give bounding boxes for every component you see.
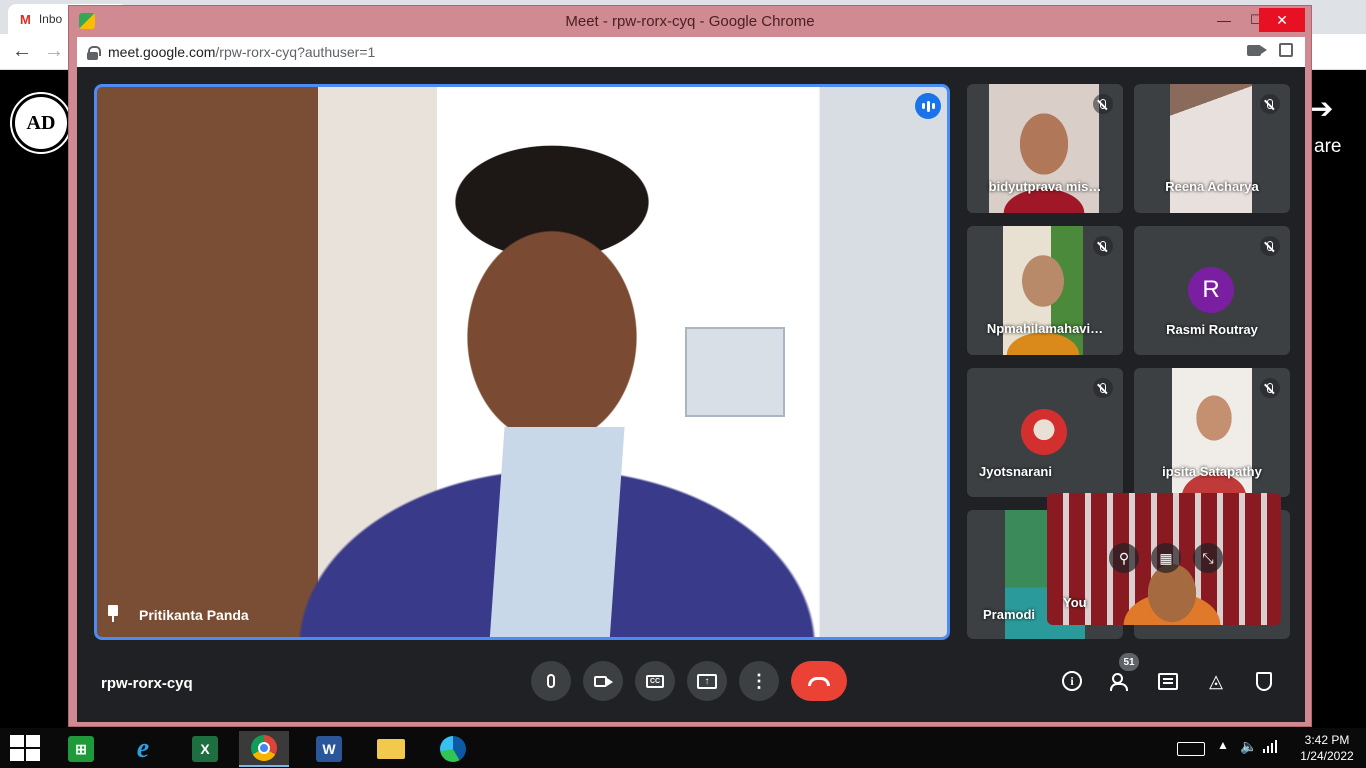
app-green-icon: ⊞ (68, 736, 94, 762)
ad-logo[interactable]: AD (10, 92, 72, 154)
chrome-icon (251, 735, 277, 761)
open-in-tab-icon[interactable] (1279, 43, 1293, 57)
pin-icon[interactable] (107, 605, 119, 623)
forward-arrow-icon[interactable]: → (44, 40, 64, 63)
people-icon (1110, 673, 1130, 691)
gmail-tab-title: Inbo (38, 12, 63, 26)
main-speaker-tile[interactable]: Pritikanta Panda (94, 84, 950, 640)
meet-stage: Pritikanta Panda bidyutprava mis… Reena … (77, 67, 1305, 722)
more-options-button[interactable]: ⋮ (739, 661, 779, 701)
participant-tile[interactable]: R Rasmi Routray (1134, 226, 1290, 355)
notice-board (685, 327, 785, 417)
taskbar-edge[interactable] (428, 731, 478, 767)
present-icon: ↑ (697, 673, 717, 689)
pin-self-icon[interactable]: ⚲ (1109, 543, 1139, 573)
share-partial-label[interactable]: are (1314, 136, 1341, 158)
excel-icon: X (192, 736, 218, 762)
system-clock[interactable]: 3:42 PM 1/24/2022 (1296, 732, 1358, 764)
participant-tile[interactable]: ipsita Satapathy (1134, 368, 1290, 497)
clock-date: 1/24/2022 (1300, 749, 1354, 763)
chat-icon (1158, 672, 1178, 690)
captions-icon: CC (646, 674, 664, 688)
participant-name: Rasmi Routray (1166, 322, 1258, 337)
self-view-controls: ⚲ ▦ ⤡ (1109, 543, 1223, 573)
gmail-icon: M (20, 11, 31, 27)
taskbar-chrome[interactable] (239, 731, 289, 767)
close-icon[interactable]: ✕ (1259, 8, 1305, 32)
participant-name: Reena Acharya (1165, 179, 1259, 194)
activities-button[interactable]: ◬ (1202, 667, 1230, 695)
participant-avatar-image (1021, 409, 1067, 455)
folder-icon (377, 739, 405, 759)
signal-icon[interactable] (1263, 739, 1279, 753)
taskbar: ⊞ e X W ▲ 🔈 3:42 PM 1/24/2022 (0, 728, 1366, 768)
taskbar-file-explorer[interactable] (366, 731, 416, 767)
participant-tile[interactable]: Reena Acharya (1134, 84, 1290, 213)
participant-tile[interactable]: Jyotsnarani (967, 368, 1123, 497)
address-bar[interactable]: meet.google.com/rpw-rorx-cyq?authuser=1 (77, 37, 1305, 67)
windows-start-icon[interactable] (10, 735, 40, 761)
participant-count-badge: 51 (1119, 653, 1139, 671)
captions-button[interactable]: CC (635, 661, 675, 701)
volume-icon[interactable]: 🔈 (1240, 738, 1257, 755)
activities-icon: ◬ (1209, 670, 1223, 691)
microphone-button[interactable] (531, 661, 571, 701)
end-call-button[interactable] (791, 661, 847, 701)
host-controls-button[interactable] (1250, 667, 1278, 695)
end-call-icon (808, 676, 830, 686)
meeting-code: rpw-rorx-cyq (101, 675, 193, 692)
present-button[interactable]: ↑ (687, 661, 727, 701)
internet-explorer-icon: e (136, 733, 150, 764)
taskbar-word[interactable]: W (304, 731, 354, 767)
participant-avatar: R (1188, 267, 1234, 313)
mic-off-icon (1093, 236, 1113, 256)
participant-tile[interactable]: Npmahilamahavi… (967, 226, 1123, 355)
participant-name: bidyutprava mis… (988, 179, 1102, 194)
participant-name: Npmahilamahavi… (986, 321, 1104, 336)
edge-icon (440, 736, 466, 762)
mic-off-icon (1093, 94, 1113, 114)
participant-name: Jyotsnarani (979, 464, 1052, 479)
mic-off-icon (1260, 94, 1280, 114)
participant-name: ipsita Satapathy (1162, 464, 1262, 479)
microphone-icon (547, 674, 555, 688)
window-title: Meet - rpw-rorx-cyq - Google Chrome (565, 12, 815, 30)
minimize-icon[interactable]: — (1209, 8, 1239, 32)
taskbar-app-green[interactable]: ⊞ (56, 731, 106, 767)
camera-button[interactable] (583, 661, 623, 701)
speaker-shirt (489, 427, 625, 637)
self-label: You (1063, 595, 1087, 610)
participant-tile[interactable]: bidyutprava mis… (967, 84, 1123, 213)
mic-off-icon (1260, 378, 1280, 398)
shield-lock-icon (1256, 671, 1272, 691)
clock-time: 3:42 PM (1304, 733, 1350, 747)
mic-off-icon (1093, 378, 1113, 398)
chat-button[interactable] (1154, 667, 1182, 695)
camera-permission-icon[interactable] (1247, 45, 1267, 56)
people-button[interactable] (1106, 667, 1134, 695)
back-arrow-icon[interactable]: ← (12, 40, 32, 63)
main-speaker-name: Pritikanta Panda (139, 607, 249, 623)
meet-popup-window: Meet - rpw-rorx-cyq - Google Chrome — ☐ … (68, 5, 1312, 727)
info-icon: i (1062, 671, 1082, 691)
share-arrow-icon[interactable]: ➔ (1310, 92, 1333, 125)
lock-icon[interactable] (87, 45, 101, 60)
more-vert-icon: ⋮ (750, 671, 768, 691)
url-text[interactable]: meet.google.com/rpw-rorx-cyq?authuser=1 (108, 44, 375, 60)
meeting-details-button[interactable]: i (1058, 667, 1086, 695)
mic-off-icon (1260, 236, 1280, 256)
url-path: /rpw-rorx-cyq?authuser=1 (215, 44, 376, 60)
taskbar-ie[interactable]: e (118, 731, 168, 767)
minimize-self-icon[interactable]: ⤡ (1193, 543, 1223, 573)
url-host: meet.google.com (108, 44, 216, 60)
word-icon: W (316, 736, 342, 762)
tiles-icon[interactable]: ▦ (1151, 543, 1181, 573)
self-view-tile[interactable]: ⚲ ▦ ⤡ You (1047, 493, 1281, 625)
camera-icon (594, 675, 613, 687)
keyboard-icon[interactable] (1177, 742, 1205, 756)
taskbar-excel[interactable]: X (180, 731, 230, 767)
speaking-indicator-icon (915, 93, 941, 119)
chevron-up-icon[interactable]: ▲ (1217, 738, 1229, 752)
